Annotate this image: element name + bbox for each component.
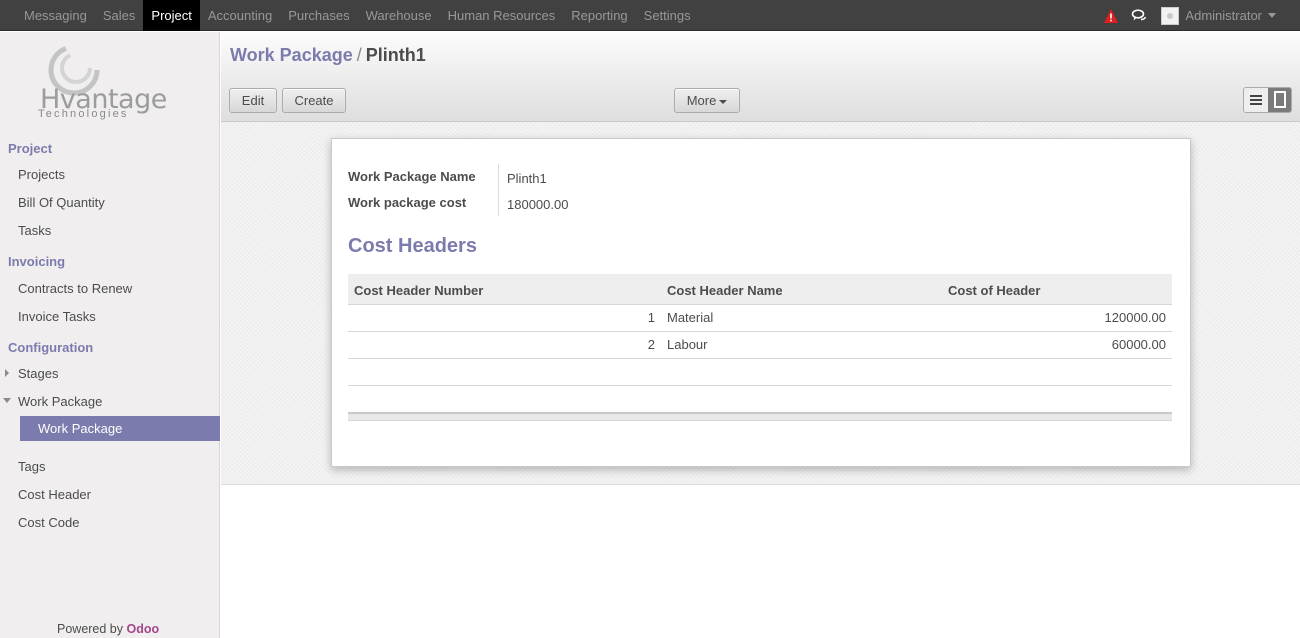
sidebar-item-bill-of-quantity[interactable]: Bill Of Quantity xyxy=(18,195,105,210)
breadcrumb-parent[interactable]: Work Package xyxy=(230,45,353,65)
table-row[interactable]: 1 Material 120000.00 xyxy=(348,304,1172,332)
menu-project[interactable]: Project xyxy=(143,0,200,31)
top-navbar: Messaging Sales Project Accounting Purch… xyxy=(0,0,1300,31)
field-label-work-package-cost: Work package cost xyxy=(348,195,467,210)
menu-human-resources[interactable]: Human Resources xyxy=(440,0,564,31)
main-menu: Messaging Sales Project Accounting Purch… xyxy=(16,0,699,31)
table-row-empty xyxy=(348,358,1172,386)
sidebar-item-stages[interactable]: Stages xyxy=(18,366,58,381)
cell-cost: 60000.00 xyxy=(942,331,1172,359)
section-heading-cost-headers: Cost Headers xyxy=(348,235,477,257)
empty-cell xyxy=(942,358,1172,386)
section-invoicing: Invoicing xyxy=(8,254,66,269)
breadcrumb-separator: / xyxy=(356,45,362,65)
breadcrumb: Work Package / Plinth1 xyxy=(230,45,426,66)
expand-right-icon[interactable] xyxy=(5,369,9,377)
sidebar-item-work-package-group[interactable]: Work Package xyxy=(18,394,102,409)
column-header-cost-header-name[interactable]: Cost Header Name xyxy=(661,274,942,305)
more-button-label: More xyxy=(686,93,717,108)
form-view-icon[interactable] xyxy=(1268,88,1292,112)
user-area: Administrator xyxy=(1103,0,1300,31)
view-switcher xyxy=(1243,87,1292,113)
cost-headers-table: Cost Header Number Cost Header Name Cost… xyxy=(348,274,1172,386)
field-separator xyxy=(498,164,499,216)
warning-icon[interactable] xyxy=(1103,8,1119,24)
menu-sales[interactable]: Sales xyxy=(95,0,144,31)
form-sheet: Work Package Name Plinth1 Work package c… xyxy=(331,138,1191,467)
chat-icon[interactable] xyxy=(1131,8,1147,24)
sidebar-item-contracts-to-renew[interactable]: Contracts to Renew xyxy=(18,281,132,296)
breadcrumb-current: Plinth1 xyxy=(365,45,426,65)
list-view-icon[interactable] xyxy=(1244,88,1268,112)
section-project: Project xyxy=(8,141,53,156)
powered-by-label: Powered by xyxy=(57,622,124,636)
cell-number: 1 xyxy=(348,304,661,332)
section-configuration: Configuration xyxy=(8,340,94,355)
user-name[interactable]: Administrator xyxy=(1185,8,1262,23)
control-panel: Work Package / Plinth1 Edit Create More xyxy=(221,32,1300,122)
caret-down-icon xyxy=(719,99,728,104)
form-view-area: Work Package Name Plinth1 Work package c… xyxy=(221,122,1300,485)
chevron-down-icon[interactable] xyxy=(1268,13,1276,18)
empty-cell xyxy=(661,358,942,386)
cell-name: Labour xyxy=(661,331,942,359)
sidebar-item-tasks[interactable]: Tasks xyxy=(18,223,51,238)
powered-by: Powered by Odoo xyxy=(57,622,159,636)
cell-cost: 120000.00 xyxy=(942,304,1172,332)
more-button[interactable]: More xyxy=(674,88,740,113)
odoo-link[interactable]: Odoo xyxy=(127,622,160,636)
field-value-work-package-cost: 180000.00 xyxy=(507,197,569,212)
sidebar-item-projects[interactable]: Projects xyxy=(18,167,65,182)
column-header-cost-of-header[interactable]: Cost of Header xyxy=(942,274,1172,305)
table-footer xyxy=(348,412,1172,421)
menu-warehouse[interactable]: Warehouse xyxy=(358,0,440,31)
column-header-cost-header-number[interactable]: Cost Header Number xyxy=(348,274,661,305)
sidebar-item-work-package[interactable]: Work Package xyxy=(20,416,220,441)
cell-name: Material xyxy=(661,304,942,332)
menu-settings[interactable]: Settings xyxy=(636,0,699,31)
menu-accounting[interactable]: Accounting xyxy=(200,0,280,31)
cell-number: 2 xyxy=(348,331,661,359)
sidebar-item-cost-header[interactable]: Cost Header xyxy=(18,487,91,502)
table-header-row: Cost Header Number Cost Header Name Cost… xyxy=(348,274,1172,305)
sidebar-item-tags[interactable]: Tags xyxy=(18,459,45,474)
logo-subtext: Technologies xyxy=(38,108,129,120)
sidebar: Hvantage Technologies Project Projects B… xyxy=(0,32,220,638)
avatar[interactable] xyxy=(1161,6,1180,25)
create-button[interactable]: Create xyxy=(282,88,346,113)
sidebar-item-cost-code[interactable]: Cost Code xyxy=(18,515,79,530)
empty-cell xyxy=(348,358,661,386)
edit-button[interactable]: Edit xyxy=(229,88,277,113)
expand-down-icon[interactable] xyxy=(3,398,11,403)
menu-purchases[interactable]: Purchases xyxy=(280,0,357,31)
menu-messaging[interactable]: Messaging xyxy=(16,0,95,31)
field-label-work-package-name: Work Package Name xyxy=(348,169,476,184)
table-row[interactable]: 2 Labour 60000.00 xyxy=(348,331,1172,359)
sidebar-item-invoice-tasks[interactable]: Invoice Tasks xyxy=(18,309,96,324)
menu-reporting[interactable]: Reporting xyxy=(563,0,635,31)
field-value-work-package-name: Plinth1 xyxy=(507,171,547,186)
